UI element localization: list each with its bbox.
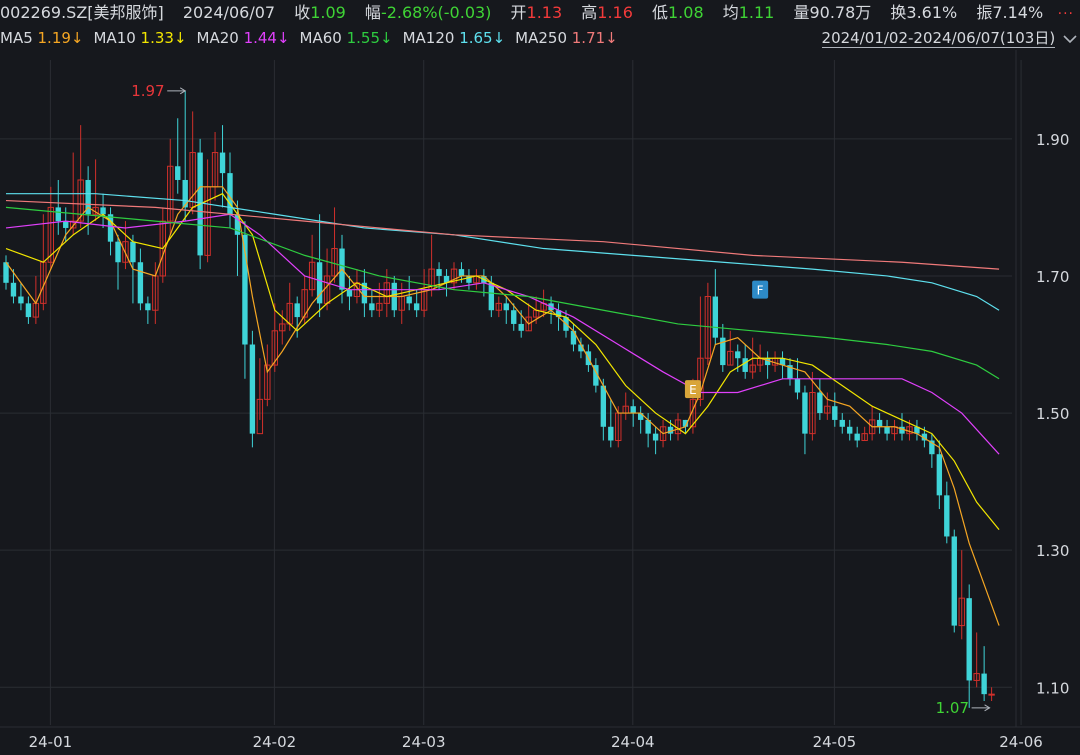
candle-body-down [600,385,607,427]
candle-body-down [951,536,957,626]
candle-body-down [406,296,412,304]
candle-body-down [735,351,741,359]
candle-body-down [570,330,577,345]
candle-body-down [847,426,853,434]
y-tick-label: 1.10 [1036,679,1069,697]
candle-body-down [832,406,838,420]
candle-body-down [145,303,151,311]
candle-body-down [18,296,24,304]
candle-body-down [839,419,845,427]
candle-body-down [55,207,61,222]
x-tick-label: 24-04 [611,733,655,751]
candle-body-down [346,289,353,297]
event-marker-label: F [757,284,764,298]
candle-body-down [966,598,972,681]
ma-line-ma10 [5,192,1000,530]
candle-body-down [413,303,420,311]
ma-line-ma5 [5,186,1000,626]
x-tick-label: 24-05 [813,733,857,751]
x-tick-label: 24-01 [29,733,73,751]
candle-body-down [936,454,943,496]
candle-body-down [884,426,890,434]
candle-body-down [608,426,614,441]
candle-body-down [369,303,375,311]
candle-body-down [742,358,748,372]
candle-body-down [817,392,823,414]
y-tick-label: 1.70 [1036,268,1069,286]
high-price-label: 1.97 [131,82,164,100]
candle-body-down [503,303,509,311]
candle-body-down [10,282,17,297]
ma-line-ma20 [5,213,1000,455]
candle-body-down [630,406,636,414]
candle-body-down [130,241,136,263]
ma-line-ma250 [5,199,1000,270]
candle-body-down [100,207,106,215]
candle-body-down [249,344,256,434]
event-marker-label: E [689,383,697,397]
x-tick-label: 24-03 [402,733,446,751]
candle-body-down [652,433,659,441]
candle-body-down [107,214,114,242]
candle-body-down [518,323,524,331]
low-price-label: 1.07 [936,699,969,717]
y-tick-label: 1.90 [1036,131,1069,149]
y-tick-label: 1.30 [1036,542,1069,560]
candle-body-down [854,433,860,441]
candle-body-down [115,241,121,263]
candle-body-down [219,152,226,174]
candle-body-down [712,296,719,338]
candle-body-down [63,221,69,228]
candle-body-down [794,378,801,393]
candle-body-down [436,269,442,276]
candle-body-down [802,392,808,434]
candle-body-down [511,310,517,324]
candle-body-down [294,303,300,318]
candle-body-down [876,419,883,427]
y-tick-label: 1.50 [1036,405,1069,423]
x-tick-label: 24-02 [253,733,297,751]
x-tick-label: 24-06 [999,733,1043,751]
candle-body-down [458,269,465,276]
candle-body-down [175,166,181,180]
candlestick-chart[interactable]: 1.90 1.70 1.50 1.30 1.10 24-01 24-02 24-03 24-04… [0,0,1080,755]
candle-body-down [981,673,987,695]
candle-body-down [944,495,950,537]
candle-body-up [988,693,995,696]
candle-body-down [137,262,144,304]
candle-body-down [488,282,495,311]
candle-body-down [25,303,32,318]
